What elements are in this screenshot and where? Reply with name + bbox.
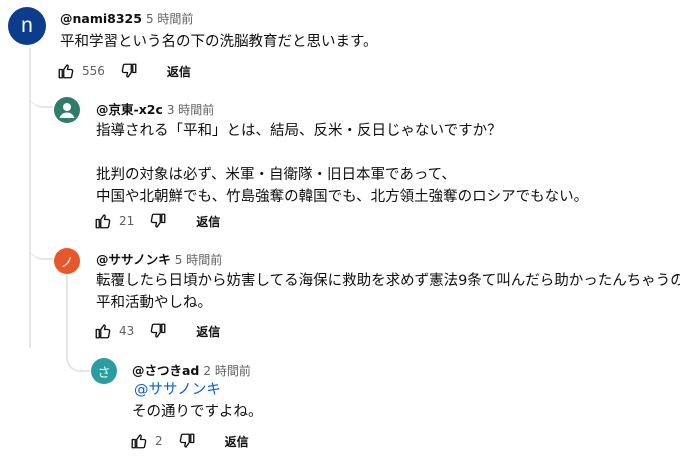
comment-text: 転覆したら日頃から妨害してる海保に救助を求めず憲法9条て叫んだら助かったんちゃう…: [96, 273, 680, 311]
comment-time[interactable]: 3 時間前: [167, 103, 214, 117]
avatar[interactable]: さ: [91, 358, 117, 384]
like-button[interactable]: [93, 321, 113, 341]
reply-button[interactable]: 返信: [196, 213, 220, 230]
comment-actions: 2 返信: [129, 430, 249, 452]
avatar[interactable]: [54, 97, 80, 123]
thumb-down-icon: [151, 323, 166, 338]
comment-actions: 556 返信: [56, 60, 191, 82]
comment-text: 平和学習という名の下の洗脳教育だと思います。: [60, 34, 378, 50]
dislike-button[interactable]: [148, 321, 168, 341]
thumb-down-icon: [179, 433, 195, 448]
avatar[interactable]: n: [8, 7, 46, 45]
thread-branch: [29, 220, 53, 260]
like-count: 556: [82, 64, 105, 78]
person-icon: [54, 97, 80, 123]
dislike-button[interactable]: [148, 211, 168, 231]
like-count: 2: [155, 434, 163, 448]
thumb-up-icon: [95, 214, 111, 229]
comment-author[interactable]: @さつきad: [132, 363, 199, 378]
like-count: 43: [119, 324, 135, 338]
avatar[interactable]: ノ: [54, 248, 80, 274]
reply-button[interactable]: 返信: [167, 63, 191, 80]
thumb-down-icon: [121, 63, 137, 78]
comment-actions: 21 返信: [93, 210, 220, 232]
like-button[interactable]: [93, 211, 113, 231]
thumb-up-icon: [58, 64, 74, 79]
thumb-down-icon: [151, 213, 166, 228]
like-button[interactable]: [56, 61, 76, 81]
comment-actions: 43 返信: [93, 320, 220, 342]
dislike-button[interactable]: [119, 61, 139, 81]
like-button[interactable]: [129, 431, 149, 451]
comment-text: @ササノンキ その通りですよね。: [132, 379, 263, 423]
reply-button[interactable]: 返信: [225, 433, 249, 450]
thumb-up-icon: [131, 434, 147, 449]
comment-author[interactable]: @ササノンキ: [96, 252, 171, 267]
comment-author[interactable]: @京東-x2c: [96, 102, 163, 117]
comment-time[interactable]: 5 時間前: [146, 12, 193, 26]
comment-text: 指導される「平和」とは、結局、反米・反日じゃないですか？ 批判の対象は必ず、米軍…: [96, 123, 589, 205]
mention-link[interactable]: @ササノンキ: [132, 379, 263, 401]
dislike-button[interactable]: [177, 431, 197, 451]
comment-author[interactable]: @nami8325: [60, 11, 142, 26]
like-count: 21: [119, 214, 135, 228]
thread-branch: [66, 330, 90, 372]
comment-time[interactable]: 2 時間前: [203, 364, 250, 378]
reply-button[interactable]: 返信: [196, 323, 220, 340]
thumb-up-icon: [95, 324, 111, 339]
comment-time[interactable]: 5 時間前: [175, 253, 222, 267]
thread-branch: [29, 70, 53, 108]
